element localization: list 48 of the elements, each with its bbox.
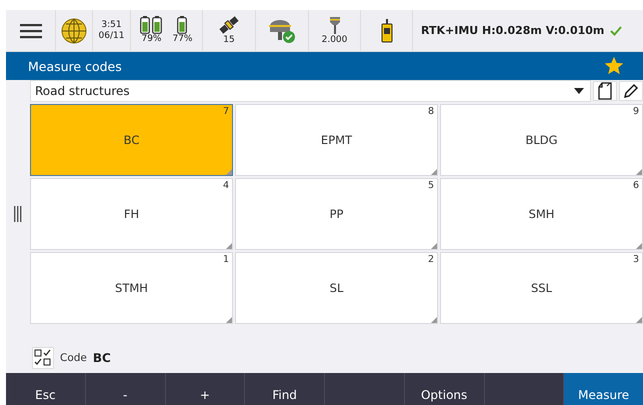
- caret-icon: [574, 88, 584, 94]
- corner-icon: [636, 317, 642, 323]
- multi-select-button[interactable]: [32, 347, 54, 369]
- antenna-height: 2.000: [322, 35, 348, 46]
- receiver-icon[interactable]: [267, 18, 297, 44]
- menu-icon: [20, 22, 42, 38]
- corner-icon: [636, 243, 642, 249]
- drag-handle-icon[interactable]: [14, 206, 22, 222]
- corner-icon: [636, 169, 642, 175]
- corner-icon: [226, 243, 232, 249]
- time-text: 3:51: [101, 20, 122, 30]
- corner-icon: [431, 243, 437, 249]
- corner-icon: [226, 317, 232, 323]
- code-tile[interactable]: 7 BC: [30, 104, 233, 176]
- corner-icon: [226, 169, 232, 175]
- code-tile[interactable]: 1 STMH: [30, 252, 233, 324]
- position-solution: RTK+IMU H:0.028m V:0.010m: [421, 24, 604, 37]
- check-icon: [610, 26, 622, 36]
- measure-button[interactable]: Measure: [564, 373, 643, 405]
- code-tile[interactable]: 2 SL: [235, 252, 438, 324]
- date-text: 06/11: [98, 30, 124, 42]
- code-tile[interactable]: 4 FH: [30, 178, 233, 250]
- controller-icon[interactable]: [380, 18, 392, 42]
- battery-icon[interactable]: [177, 16, 188, 34]
- new-page-button[interactable]: [593, 81, 617, 101]
- battery-icon[interactable]: [140, 16, 162, 34]
- checklist-icon: [34, 349, 52, 367]
- code-tile[interactable]: 3 SSL: [440, 252, 643, 324]
- code-value: BC: [92, 351, 111, 365]
- code-tile[interactable]: 5 PP: [235, 178, 438, 250]
- antenna-icon[interactable]: [328, 15, 340, 35]
- globe-icon[interactable]: [61, 18, 87, 44]
- edit-button[interactable]: [619, 81, 643, 101]
- corner-icon: [431, 317, 437, 323]
- group-dropdown[interactable]: Road structures: [30, 80, 591, 102]
- battery-percent: 79%: [141, 34, 162, 45]
- star-icon[interactable]: [605, 57, 623, 75]
- code-tile[interactable]: 6 SMH: [440, 178, 643, 250]
- page-icon: [598, 82, 612, 100]
- code-tile[interactable]: 8 EPMT: [235, 104, 438, 176]
- corner-icon: [431, 169, 437, 175]
- satellite-icon[interactable]: [218, 15, 240, 35]
- screen-title: Measure codes: [28, 58, 122, 74]
- code-tile[interactable]: 9 BLDG: [440, 104, 643, 176]
- pencil-icon: [623, 83, 639, 99]
- battery-percent: 77%: [172, 34, 192, 45]
- code-label: Code: [60, 352, 87, 364]
- satellite-count: 15: [223, 35, 235, 46]
